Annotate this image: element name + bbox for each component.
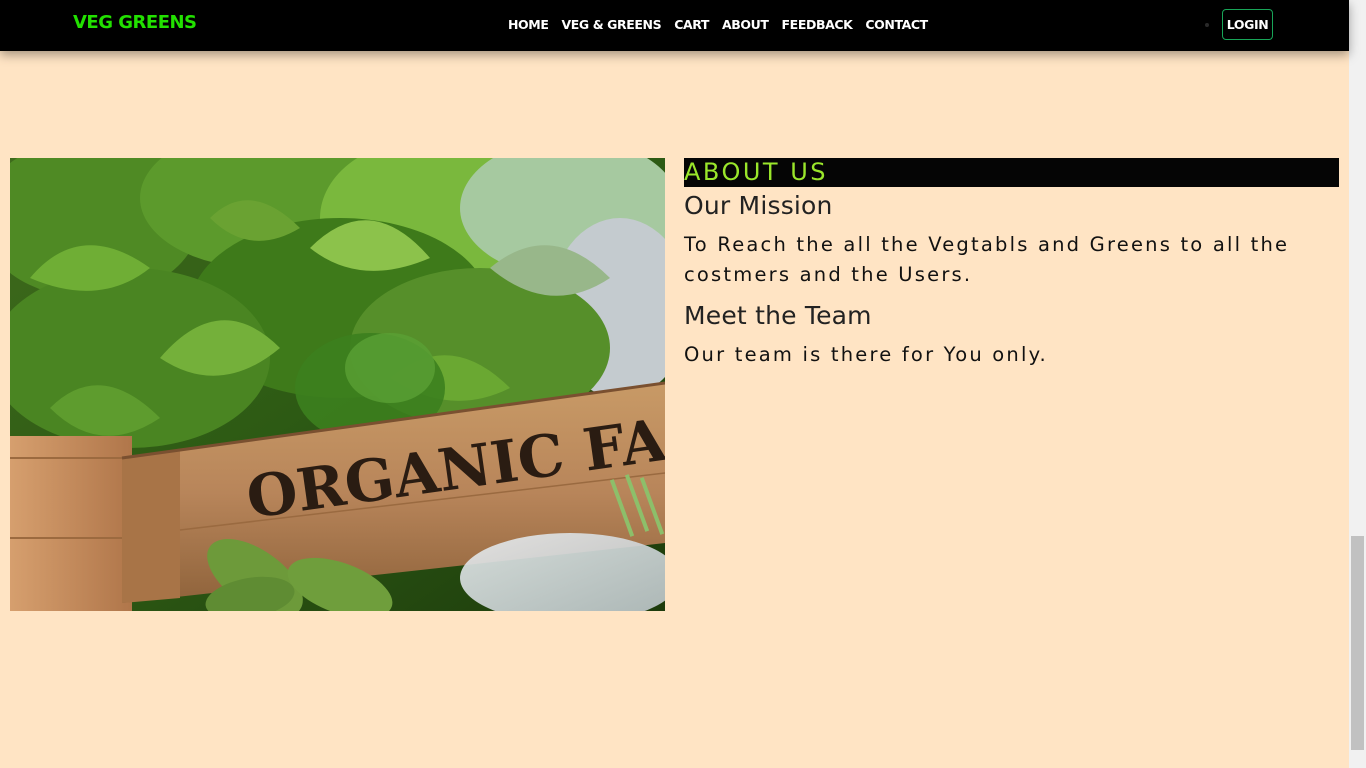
nav-dot-icon (1205, 23, 1209, 27)
nav-link-feedback[interactable]: FEEDBACK (782, 17, 853, 32)
mission-text: To Reach the all the Vegtabls and Greens… (684, 233, 1290, 286)
nav-link-cart[interactable]: CART (674, 17, 709, 32)
team-title: Meet the Team (684, 301, 872, 330)
brand-logo[interactable]: VEG GREENS (73, 12, 197, 33)
vertical-scrollbar[interactable] (1349, 0, 1366, 768)
login-button[interactable]: LOGIN (1222, 9, 1273, 40)
navbar: VEG GREENS HOME VEG & GREENS CART ABOUT … (0, 0, 1349, 51)
nav-link-about[interactable]: ABOUT (722, 17, 769, 32)
nav-links: HOME VEG & GREENS CART ABOUT FEEDBACK CO… (508, 17, 941, 32)
organic-farm-image: ORGANIC FARM (10, 158, 665, 611)
nav-link-home[interactable]: HOME (508, 17, 549, 32)
nav-link-veg-greens[interactable]: VEG & GREENS (561, 17, 661, 32)
nav-link-contact[interactable]: CONTACT (865, 17, 928, 32)
scrollbar-thumb[interactable] (1351, 536, 1364, 750)
mission-title: Our Mission (684, 191, 833, 220)
page: VEG GREENS HOME VEG & GREENS CART ABOUT … (0, 0, 1366, 768)
team-text: Our team is there for You only. (684, 343, 1048, 366)
about-heading: ABOUT US (684, 158, 829, 186)
about-heading-bar: ABOUT US (684, 158, 1339, 187)
